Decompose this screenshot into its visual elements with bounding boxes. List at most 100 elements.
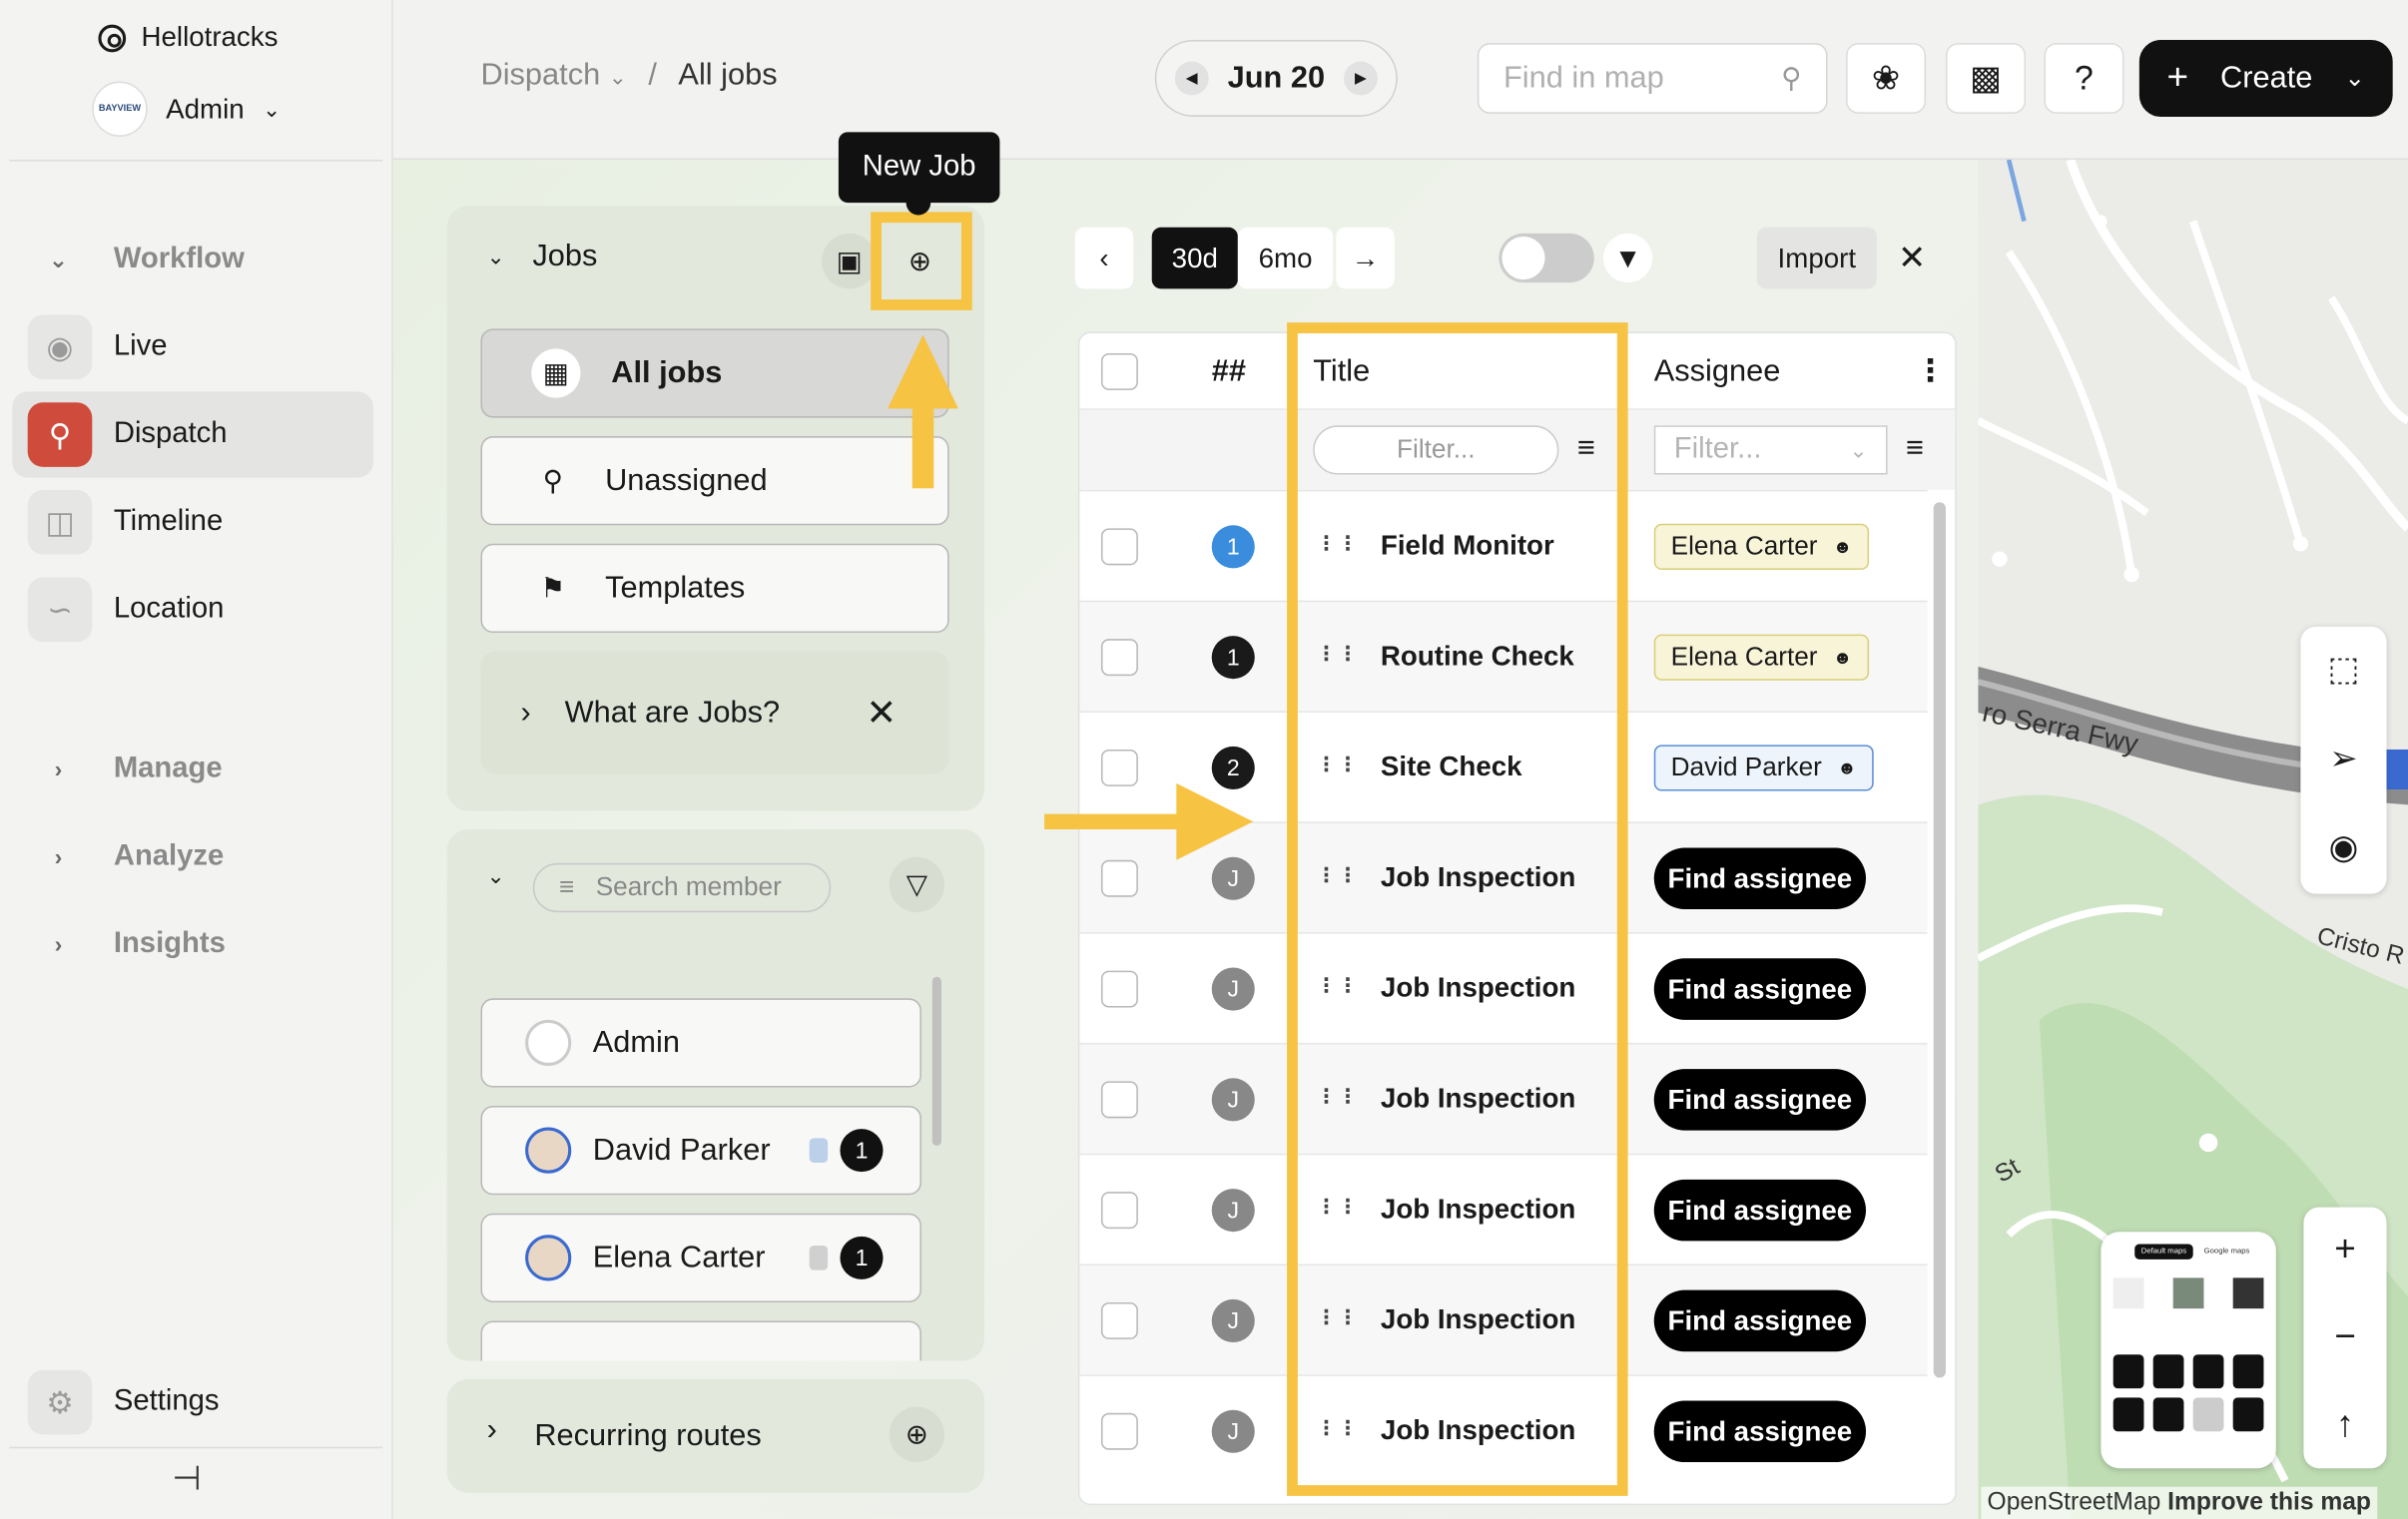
member-filter-button[interactable]: ▽ <box>889 856 945 913</box>
import-button[interactable]: Import <box>1756 227 1877 289</box>
job-title[interactable]: Site Check <box>1381 752 1522 783</box>
range-6mo[interactable]: 6mo <box>1237 227 1334 289</box>
column-menu-icon[interactable]: ⋮ <box>1915 351 1946 389</box>
next-range-button[interactable]: → <box>1336 227 1395 289</box>
table-row[interactable]: 1 ⋮⋮ Routine Check Elena Carter ☻ <box>1079 600 1928 712</box>
routes-panel[interactable]: › Recurring routes ⊕ <box>446 1378 985 1493</box>
table-filter-button[interactable]: ▼ <box>1602 233 1653 283</box>
drag-handle-icon[interactable]: ⋮⋮ <box>1316 863 1359 888</box>
drag-handle-icon[interactable]: ⋮⋮ <box>1316 1195 1359 1220</box>
visibility-button[interactable]: ◉ <box>2300 804 2386 890</box>
sidebar-item-dispatch[interactable]: ⚲ Dispatch <box>12 391 373 478</box>
scan-jobs-button[interactable]: ▣ <box>821 233 878 289</box>
chevron-down-icon[interactable]: ⌄ <box>487 863 505 889</box>
improve-map-link[interactable]: Improve this map <box>2167 1490 2371 1516</box>
table-row[interactable]: J ⋮⋮ Job Inspection Find assignee <box>1079 1153 1928 1265</box>
toggle-switch[interactable] <box>1499 233 1594 283</box>
date-picker[interactable]: ◀ Jun 20 ▶ <box>1154 40 1398 117</box>
jobs-panel-header[interactable]: ⌄ Jobs <box>487 240 598 274</box>
column-header-num[interactable]: ## <box>1212 333 1246 410</box>
job-title[interactable]: Job Inspection <box>1381 1194 1575 1226</box>
map-style-tab-default[interactable]: Default maps <box>2134 1244 2193 1260</box>
sidebar-item-live[interactable]: ◉ Live <box>12 304 373 390</box>
attribution-link[interactable]: OpenStreetMap <box>1988 1490 2161 1516</box>
select-all-checkbox[interactable] <box>1100 352 1138 390</box>
job-title[interactable]: Job Inspection <box>1381 1083 1575 1115</box>
new-job-button[interactable]: ⊕ <box>893 234 947 288</box>
row-checkbox[interactable] <box>1100 639 1138 677</box>
table-row[interactable]: 1 ⋮⋮ Field Monitor Elena Carter ☻ <box>1079 489 1928 601</box>
find-assignee-button[interactable]: Find assignee <box>1653 1069 1867 1131</box>
view-templates[interactable]: ⚑ Templates <box>480 543 949 634</box>
pin-sidebar-icon[interactable]: ⊣ <box>172 1459 201 1499</box>
find-assignee-button[interactable]: Find assignee <box>1653 1179 1867 1242</box>
view-unassigned[interactable]: ⚲ Unassigned <box>480 436 949 526</box>
select-area-button[interactable]: ⬚ <box>2300 627 2386 713</box>
drag-handle-icon[interactable]: ⋮⋮ <box>1316 1416 1359 1441</box>
prev-day-icon[interactable]: ◀ <box>1174 61 1209 96</box>
table-row[interactable]: J ⋮⋮ Job Inspection Find assignee <box>1079 932 1928 1043</box>
title-filter-input[interactable]: Filter... <box>1313 425 1559 475</box>
member-admin[interactable]: Admin <box>480 998 921 1088</box>
next-day-icon[interactable]: ▶ <box>1343 61 1378 96</box>
add-route-button[interactable]: ⊕ <box>889 1406 945 1463</box>
org-switcher[interactable]: BAYVIEW Admin ⌄ <box>92 81 281 137</box>
find-assignee-button[interactable]: Find assignee <box>1653 1289 1867 1352</box>
members-scrollbar[interactable] <box>931 976 941 1147</box>
table-row[interactable]: J ⋮⋮ Job Inspection Find assignee <box>1079 1374 1928 1485</box>
row-checkbox[interactable] <box>1100 1412 1138 1450</box>
create-button[interactable]: + Create ⌄ <box>2138 40 2393 117</box>
row-checkbox[interactable] <box>1100 528 1138 566</box>
row-checkbox[interactable] <box>1100 970 1138 1008</box>
job-title[interactable]: Job Inspection <box>1381 861 1575 893</box>
row-checkbox[interactable] <box>1100 1081 1138 1119</box>
drag-handle-icon[interactable]: ⋮⋮ <box>1316 974 1359 999</box>
drag-handle-icon[interactable]: ⋮⋮ <box>1316 642 1359 667</box>
row-checkbox[interactable] <box>1100 749 1138 786</box>
assignee-tag[interactable]: David Parker ☻ <box>1653 745 1874 791</box>
table-row[interactable]: J ⋮⋮ Job Inspection Find assignee <box>1079 1264 1928 1375</box>
map-style-picker[interactable]: Default maps Google maps <box>2101 1232 2276 1469</box>
row-checkbox[interactable] <box>1100 1192 1138 1230</box>
close-table-button[interactable]: ✕ <box>1883 228 1941 289</box>
drag-handle-icon[interactable]: ⋮⋮ <box>1316 1305 1359 1330</box>
find-assignee-button[interactable]: Find assignee <box>1653 958 1867 1020</box>
help-button[interactable]: ? <box>2044 43 2124 114</box>
drag-handle-icon[interactable]: ⋮⋮ <box>1316 753 1359 777</box>
reset-north-button[interactable]: ↑ <box>2303 1382 2386 1468</box>
column-header-assignee[interactable]: Assignee <box>1654 333 1781 410</box>
section-manage[interactable]: › Manage <box>43 753 223 786</box>
assignee-tag[interactable]: Elena Carter ☻ <box>1653 634 1870 681</box>
sidebar-item-settings[interactable]: ⚙ Settings <box>12 1359 373 1445</box>
row-checkbox[interactable] <box>1100 859 1138 897</box>
drag-handle-icon[interactable]: ⋮⋮ <box>1316 1084 1359 1109</box>
row-checkbox[interactable] <box>1100 1301 1138 1339</box>
close-icon[interactable]: ✕ <box>866 692 897 737</box>
member-elena-carter[interactable]: Elena Carter 1 <box>480 1213 921 1302</box>
section-workflow[interactable]: ⌄ Workflow <box>43 243 245 276</box>
job-title[interactable]: Job Inspection <box>1381 972 1575 1004</box>
member-search-input[interactable]: ≡ Search member <box>532 862 832 913</box>
add-place-button[interactable]: ➢ <box>2300 716 2386 801</box>
what-are-jobs[interactable]: › What are Jobs? ✕ <box>480 651 949 774</box>
assignee-tag[interactable]: Elena Carter ☻ <box>1653 523 1870 570</box>
sidebar-item-location[interactable]: ∽ Location <box>12 567 373 653</box>
job-title[interactable]: Job Inspection <box>1381 1414 1575 1446</box>
table-row[interactable]: J ⋮⋮ Job Inspection Find assignee <box>1079 1042 1928 1154</box>
section-insights[interactable]: › Insights <box>43 927 226 961</box>
view-all-jobs[interactable]: ▦ All jobs <box>480 328 949 418</box>
assignee-filter-select[interactable]: Filter... ⌄ <box>1653 425 1888 475</box>
prev-range-button[interactable]: ‹ <box>1074 227 1134 289</box>
range-30d[interactable]: 30d <box>1151 227 1238 289</box>
assignee-filter-icon[interactable]: ≡ <box>1906 431 1924 466</box>
drag-handle-icon[interactable]: ⋮⋮ <box>1316 531 1359 556</box>
member-david-parker[interactable]: David Parker 1 <box>480 1106 921 1196</box>
map-style-tab-google[interactable]: Google maps <box>2196 1245 2258 1260</box>
map-search-input[interactable]: Find in map ⚲ <box>1477 43 1828 114</box>
zoom-in-button[interactable]: + <box>2303 1208 2386 1293</box>
table-scrollbar[interactable] <box>1933 502 1947 1378</box>
find-assignee-button[interactable]: Find assignee <box>1653 847 1867 910</box>
column-header-title[interactable]: Title <box>1313 333 1370 410</box>
find-assignee-button[interactable]: Find assignee <box>1653 1400 1867 1463</box>
chat-button[interactable]: ▩ <box>1946 43 2027 114</box>
